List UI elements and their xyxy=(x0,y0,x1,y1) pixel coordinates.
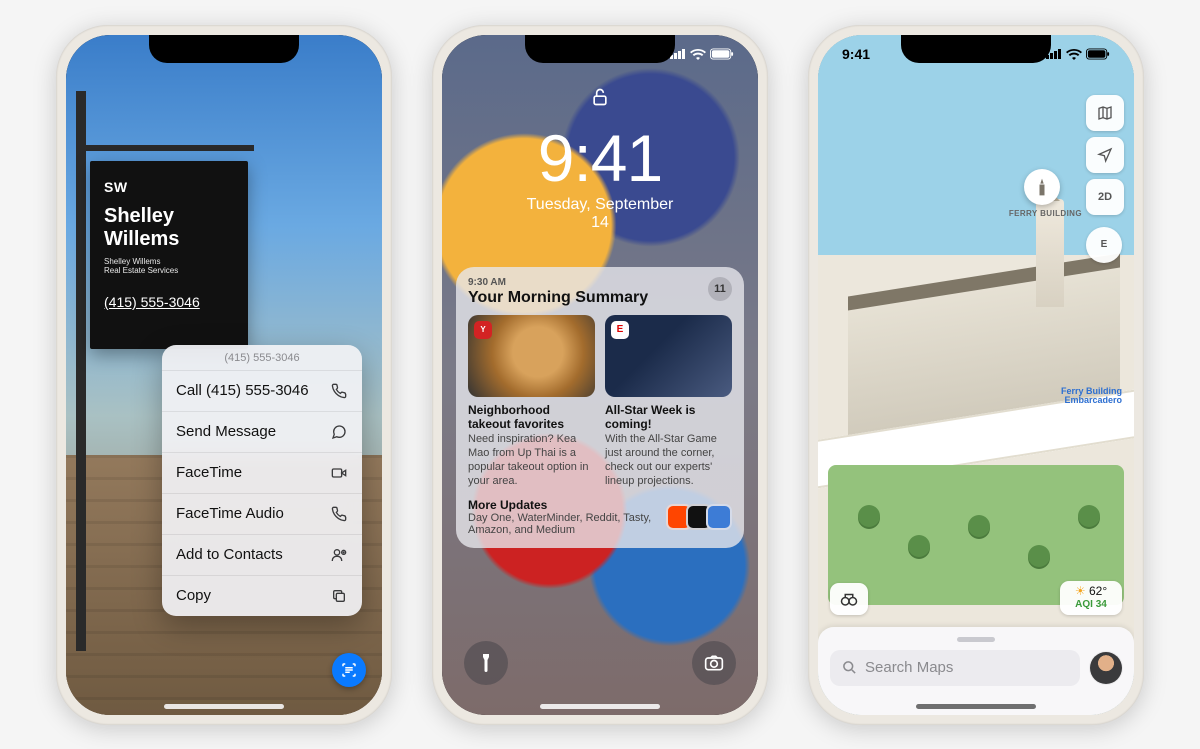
phone-live-text: SW Shelley Willems Shelley Willems Real … xyxy=(56,25,392,725)
summary-item-body: Need inspiration? Kea Mao from Up Thai i… xyxy=(468,433,595,488)
summary-item-body: With the All-Star Game just around the c… xyxy=(605,433,732,488)
more-updates-row[interactable]: More Updates Day One, WaterMinder, Reddi… xyxy=(468,498,732,536)
map-mode-button[interactable] xyxy=(1086,95,1124,131)
action-label: FaceTime Audio xyxy=(176,505,284,522)
copy-icon xyxy=(330,587,348,605)
more-updates-apps: Day One, WaterMinder, Reddit, Tasty, Ama… xyxy=(468,512,664,536)
home-indicator[interactable] xyxy=(164,704,284,709)
tree-icon xyxy=(968,515,990,537)
compass-button[interactable]: E xyxy=(1086,227,1122,263)
notch xyxy=(525,35,675,63)
sheet-grabber[interactable] xyxy=(957,637,995,642)
live-text-button[interactable] xyxy=(332,653,366,687)
battery-icon xyxy=(1086,48,1110,60)
search-placeholder: Search Maps xyxy=(865,659,953,676)
notch xyxy=(149,35,299,63)
phone-icon xyxy=(330,505,348,523)
map-controls: 2D E xyxy=(1086,95,1124,263)
tree-icon xyxy=(1028,545,1050,567)
action-label: Add to Contacts xyxy=(176,546,283,563)
live-text-context-menu: (415) 555-3046 Call (415) 555-3046 Send … xyxy=(162,345,362,616)
tree-icon xyxy=(908,535,930,557)
temperature: ☀ 62° xyxy=(1075,585,1107,598)
contact-add-icon xyxy=(330,546,348,564)
summary-time: 9:30 AM xyxy=(468,277,648,288)
action-call[interactable]: Call (415) 555-3046 xyxy=(162,371,362,412)
lock-header: 9:41 Tuesday, September 14 xyxy=(521,85,679,232)
notification-summary-card[interactable]: 9:30 AM Your Morning Summary 11 Y Neighb… xyxy=(456,267,744,549)
search-icon xyxy=(842,660,857,675)
phone-icon xyxy=(330,382,348,400)
menu-header-phone: (415) 555-3046 xyxy=(162,345,362,371)
lock-date: Tuesday, September 14 xyxy=(521,196,679,232)
thumbnail-food: Y xyxy=(468,315,595,397)
camera-button[interactable] xyxy=(692,641,736,685)
more-updates-title: More Updates xyxy=(468,498,664,512)
map-pin-ferry-building[interactable] xyxy=(1024,169,1060,205)
summary-item-headline: All-Star Week is coming! xyxy=(605,403,732,432)
action-label: FaceTime xyxy=(176,464,242,481)
realtor-sign: SW Shelley Willems Shelley Willems Real … xyxy=(90,161,248,349)
flashlight-button[interactable] xyxy=(464,641,508,685)
action-send-message[interactable]: Send Message xyxy=(162,412,362,453)
home-indicator[interactable] xyxy=(540,704,660,709)
summary-item[interactable]: Y Neighborhood takeout favorites Need in… xyxy=(468,315,595,489)
summary-count-badge: 11 xyxy=(708,277,732,301)
wifi-icon xyxy=(1066,48,1082,60)
air-quality: AQI 34 xyxy=(1075,599,1107,610)
tree-icon xyxy=(1078,505,1100,527)
search-input[interactable]: Search Maps xyxy=(830,650,1080,686)
lock-time: 9:41 xyxy=(521,120,679,196)
transit-station-label[interactable]: Ferry Building Embarcadero xyxy=(1061,387,1122,407)
thumbnail-sports: E xyxy=(605,315,732,397)
sign-phone-number[interactable]: (415) 555-3046 xyxy=(104,294,234,310)
tree-icon xyxy=(858,505,880,527)
notch xyxy=(901,35,1051,63)
sign-monogram: SW xyxy=(104,179,234,195)
summary-item-headline: Neighborhood takeout favorites xyxy=(468,403,595,432)
view-2d-button[interactable]: 2D xyxy=(1086,179,1124,215)
action-facetime-audio[interactable]: FaceTime Audio xyxy=(162,494,362,535)
action-label: Call (415) 555-3046 xyxy=(176,382,309,399)
wifi-icon xyxy=(690,48,706,60)
locate-me-button[interactable] xyxy=(1086,137,1124,173)
action-facetime[interactable]: FaceTime xyxy=(162,453,362,494)
video-icon xyxy=(330,464,348,482)
action-copy[interactable]: Copy xyxy=(162,576,362,616)
yelp-app-icon: Y xyxy=(474,321,492,339)
home-indicator[interactable] xyxy=(916,704,1036,709)
action-label: Copy xyxy=(176,587,211,604)
phone-lock-screen: 9:41 Tuesday, September 14 9:30 AM Your … xyxy=(432,25,768,725)
phone-maps: FERRY BUILDING Ferry Building Embarcader… xyxy=(808,25,1144,725)
map-pin-label: FERRY BUILDING xyxy=(1009,209,1082,218)
action-label: Send Message xyxy=(176,423,276,440)
profile-avatar[interactable] xyxy=(1090,652,1122,684)
app-icon-stack xyxy=(672,504,732,530)
look-around-button[interactable] xyxy=(830,583,868,615)
search-sheet[interactable]: Search Maps xyxy=(818,627,1134,715)
sign-name: Shelley Willems xyxy=(104,205,234,251)
status-time: 9:41 xyxy=(842,46,870,62)
battery-icon xyxy=(710,48,734,60)
summary-item[interactable]: E All-Star Week is coming! With the All-… xyxy=(605,315,732,489)
message-icon xyxy=(330,423,348,441)
action-add-to-contacts[interactable]: Add to Contacts xyxy=(162,535,362,576)
summary-title: Your Morning Summary xyxy=(468,289,648,307)
espn-app-icon: E xyxy=(611,321,629,339)
weather-badge[interactable]: ☀ 62° AQI 34 xyxy=(1060,581,1122,615)
unlocked-icon xyxy=(590,85,610,109)
sign-subtitle: Shelley Willems Real Estate Services xyxy=(104,257,234,276)
